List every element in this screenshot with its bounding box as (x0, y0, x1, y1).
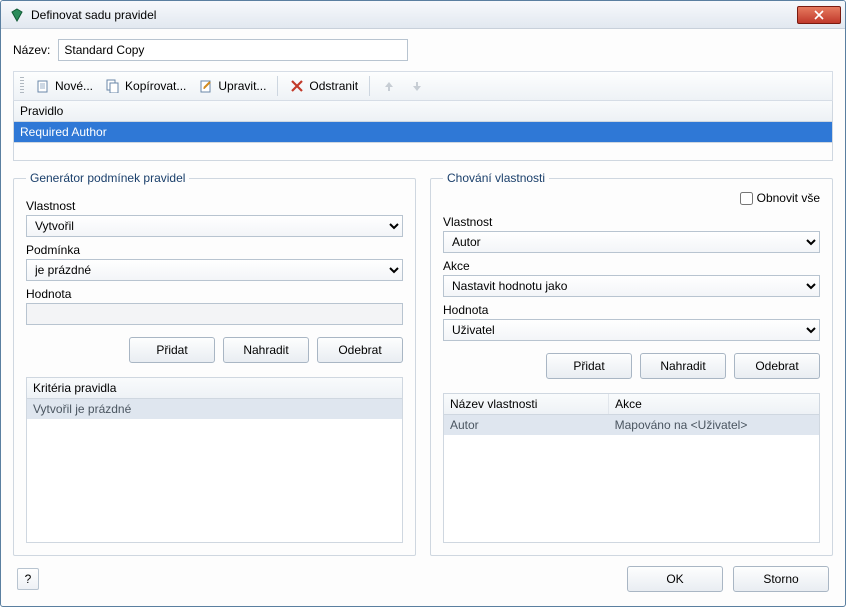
toolbar-separator-2 (369, 76, 370, 96)
gen-remove-button[interactable]: Odebrat (317, 337, 403, 363)
new-label: Nové... (55, 79, 93, 93)
ok-button[interactable]: OK (627, 566, 723, 592)
name-row: Název: (13, 39, 833, 61)
criteria-cell: Vytvořil je prázdné (27, 399, 402, 419)
new-icon (35, 78, 51, 94)
beh-td-name: Autor (444, 415, 609, 435)
gen-property-label: Vlastnost (26, 199, 403, 213)
reset-all-wrap: Obnovit vše (740, 191, 820, 205)
beh-value-label: Hodnota (443, 303, 820, 317)
gen-add-button[interactable]: Přidat (129, 337, 215, 363)
reset-all-label: Obnovit vše (757, 191, 820, 205)
rule-row-selected[interactable]: Required Author (13, 122, 833, 143)
behavior-legend: Chování vlastnosti (443, 171, 549, 185)
cancel-button[interactable]: Storno (733, 566, 829, 592)
gen-condition-select[interactable]: je prázdné (26, 259, 403, 281)
name-label: Název: (13, 43, 50, 57)
help-button[interactable]: ? (17, 568, 39, 590)
beh-replace-button[interactable]: Nahradit (640, 353, 726, 379)
copy-label: Kopírovat... (125, 79, 186, 93)
criteria-row[interactable]: Vytvořil je prázdné (27, 399, 402, 419)
beh-property-label: Vlastnost (443, 215, 820, 229)
move-up-button[interactable] (376, 75, 402, 97)
panels: Generátor podmínek pravidel Vlastnost Vy… (13, 171, 833, 556)
help-icon: ? (25, 572, 32, 586)
beh-table-row[interactable]: Autor Mapováno na <Uživatel> (444, 415, 819, 435)
window-title: Definovat sadu pravidel (31, 8, 797, 22)
title-bar: Definovat sadu pravidel (1, 1, 845, 29)
beh-property-select[interactable]: Autor (443, 231, 820, 253)
copy-icon (105, 78, 121, 94)
delete-label: Odstranit (309, 79, 358, 93)
reset-all-checkbox[interactable] (740, 192, 753, 205)
generator-legend: Generátor podmínek pravidel (26, 171, 189, 185)
dialog-window: Definovat sadu pravidel Název: Nové... K… (0, 0, 846, 607)
beh-th-name: Název vlastnosti (444, 394, 609, 414)
footer: ? OK Storno (13, 556, 833, 596)
beh-remove-button[interactable]: Odebrat (734, 353, 820, 379)
app-icon (9, 7, 25, 23)
beh-td-action: Mapováno na <Uživatel> (609, 415, 819, 435)
generator-panel: Generátor podmínek pravidel Vlastnost Vy… (13, 171, 416, 556)
beh-add-button[interactable]: Přidat (546, 353, 632, 379)
name-input[interactable] (58, 39, 408, 61)
dialog-content: Název: Nové... Kopírovat... U (1, 29, 845, 606)
beh-th-action: Akce (609, 394, 819, 414)
behavior-panel: Chování vlastnosti Obnovit vše Vlastnost… (430, 171, 833, 556)
gen-button-row: Přidat Nahradit Odebrat (26, 337, 403, 363)
close-button[interactable] (797, 6, 841, 24)
gen-value-input[interactable] (26, 303, 403, 325)
criteria-header-row: Kritéria pravidla (27, 378, 402, 399)
rule-list-header: Pravidlo (13, 101, 833, 122)
delete-button[interactable]: Odstranit (284, 75, 363, 97)
beh-value-select[interactable]: Uživatel (443, 319, 820, 341)
toolbar: Nové... Kopírovat... Upravit... Odstrani (13, 71, 833, 101)
beh-action-label: Akce (443, 259, 820, 273)
delete-icon (289, 78, 305, 94)
edit-icon (198, 78, 214, 94)
arrow-up-icon (381, 78, 397, 94)
beh-button-row: Přidat Nahradit Odebrat (443, 353, 820, 379)
arrow-down-icon (409, 78, 425, 94)
gen-value-label: Hodnota (26, 287, 403, 301)
gen-property-select[interactable]: Vytvořil (26, 215, 403, 237)
toolbar-separator (277, 76, 278, 96)
edit-button[interactable]: Upravit... (193, 75, 271, 97)
toolbar-grip (20, 77, 24, 95)
gen-condition-label: Podmínka (26, 243, 403, 257)
criteria-header: Kritéria pravidla (27, 378, 402, 398)
edit-label: Upravit... (218, 79, 266, 93)
copy-button[interactable]: Kopírovat... (100, 75, 191, 97)
beh-action-select[interactable]: Nastavit hodnotu jako (443, 275, 820, 297)
move-down-button[interactable] (404, 75, 430, 97)
rule-list-blank (13, 143, 833, 161)
behavior-table: Název vlastnosti Akce Autor Mapováno na … (443, 393, 820, 543)
gen-replace-button[interactable]: Nahradit (223, 337, 309, 363)
new-button[interactable]: Nové... (30, 75, 98, 97)
beh-table-header: Název vlastnosti Akce (444, 394, 819, 415)
criteria-table: Kritéria pravidla Vytvořil je prázdné (26, 377, 403, 543)
